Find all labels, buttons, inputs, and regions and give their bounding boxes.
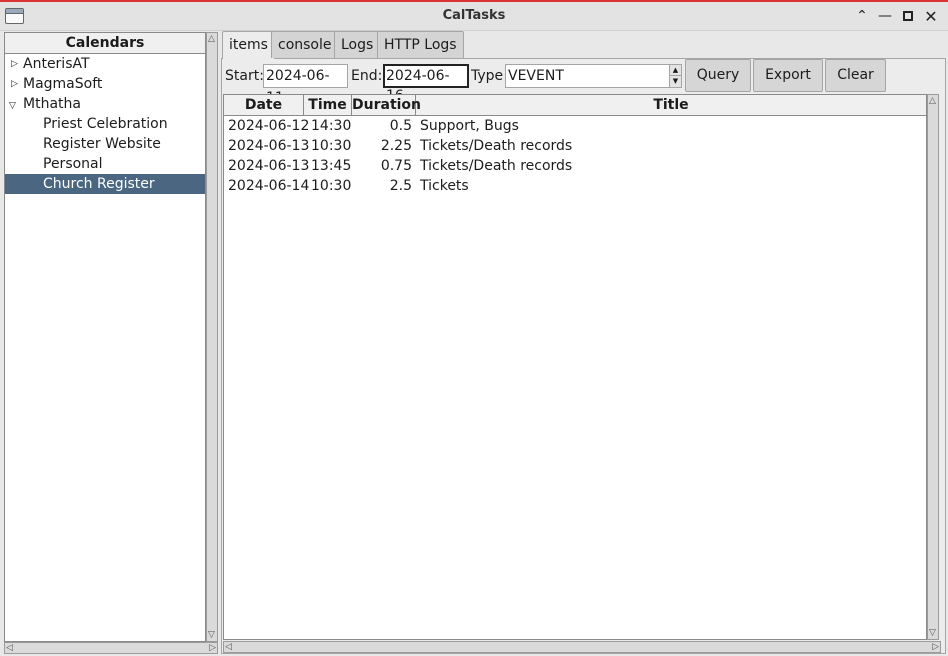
results-table[interactable]: Date Time Duration Title 2024-06-12 14:3…: [223, 94, 927, 640]
maximize-icon[interactable]: [898, 6, 918, 26]
table-row[interactable]: 2024-06-12 14:30 0.5 Support, Bugs: [224, 116, 926, 136]
tab-http-logs[interactable]: HTTP Logs: [377, 31, 464, 58]
end-label: End:: [351, 68, 383, 84]
keep-above-icon[interactable]: ⌃: [852, 6, 872, 26]
column-header-duration[interactable]: Duration: [352, 95, 421, 115]
cell-duration: 2.5: [389, 178, 412, 194]
cell-duration: 2.25: [380, 138, 412, 154]
scroll-left-icon[interactable]: ◁: [6, 643, 13, 653]
cell-time: 10:30: [311, 178, 352, 194]
cell-title: Tickets/Death records: [420, 158, 573, 174]
tree-item-label: AnterisAT: [23, 56, 90, 72]
scroll-right-icon[interactable]: ▷: [209, 643, 216, 653]
tree-item-mthatha[interactable]: ▽ Mthatha: [5, 94, 205, 114]
minimize-icon[interactable]: —: [875, 6, 895, 26]
cell-duration: 0.5: [389, 118, 412, 134]
title-bar: CalTasks ⌃ — ✕: [0, 0, 948, 31]
cell-date: 2024-06-12: [228, 118, 310, 134]
tree-item-magmasoft[interactable]: ▷ MagmaSoft: [5, 74, 205, 94]
type-label: Type: [471, 68, 504, 84]
scroll-up-icon[interactable]: △: [929, 96, 936, 106]
tree-item-label: Mthatha: [23, 96, 81, 112]
end-date-input[interactable]: 2024-06-16: [383, 64, 469, 104]
tree-item-personal[interactable]: Personal: [5, 154, 205, 174]
cell-title: Tickets: [420, 178, 469, 194]
close-icon[interactable]: ✕: [921, 6, 941, 26]
scroll-down-icon[interactable]: ▽: [929, 628, 936, 638]
tree-item-label: Priest Celebration: [43, 116, 168, 132]
tree-item-label: MagmaSoft: [23, 76, 103, 92]
tree-item-church-register[interactable]: Church Register: [5, 174, 205, 194]
scroll-right-icon[interactable]: ▷: [932, 642, 939, 652]
cell-duration: 0.75: [380, 158, 412, 174]
expand-arrow-icon[interactable]: ▷: [11, 54, 18, 74]
collapse-arrow-icon[interactable]: ▽: [9, 96, 16, 116]
scroll-left-icon[interactable]: ◁: [225, 642, 232, 652]
window-title: CalTasks: [442, 8, 506, 23]
export-button[interactable]: Export: [753, 59, 823, 92]
scroll-down-icon[interactable]: ▽: [208, 630, 215, 640]
table-row[interactable]: 2024-06-13 13:45 0.75 Tickets/Death reco…: [224, 156, 926, 176]
spin-down-icon[interactable]: ▼: [670, 76, 681, 86]
cell-time: 14:30: [311, 118, 352, 134]
calendar-tree[interactable]: Calendars ▷ AnterisAT ▷ MagmaSoft ▽ Mtha…: [4, 32, 206, 642]
start-date-input[interactable]: 2024-06-11: [263, 64, 348, 106]
tree-item-label: Church Register: [43, 176, 155, 192]
tree-header: Calendars: [5, 33, 205, 54]
tab-items[interactable]: items: [222, 31, 275, 59]
cell-date: 2024-06-13: [228, 138, 310, 154]
cell-time: 10:30: [311, 138, 352, 154]
tree-item-priest-celebration[interactable]: Priest Celebration: [5, 114, 205, 134]
column-header-date[interactable]: Date: [224, 95, 304, 115]
cell-date: 2024-06-13: [228, 158, 310, 174]
table-row[interactable]: 2024-06-14 10:30 2.5 Tickets: [224, 176, 926, 196]
spin-up-icon[interactable]: ▲: [670, 65, 681, 76]
type-spinner[interactable]: ▲ ▼: [669, 64, 682, 88]
query-button[interactable]: Query: [685, 59, 751, 92]
type-spinbox[interactable]: VEVENT: [505, 64, 670, 88]
cell-time: 13:45: [311, 158, 352, 174]
tree-horizontal-scrollbar[interactable]: ◁ ▷: [4, 642, 218, 654]
expand-arrow-icon[interactable]: ▷: [11, 74, 18, 94]
tree-vertical-scrollbar[interactable]: △ ▽: [206, 32, 218, 642]
table-header: Date Time Duration Title: [224, 95, 926, 116]
start-label: Start:: [225, 68, 264, 84]
column-header-title[interactable]: Title: [416, 95, 926, 115]
clear-button[interactable]: Clear: [825, 59, 886, 92]
table-vertical-scrollbar[interactable]: △ ▽: [927, 94, 939, 640]
scroll-up-icon[interactable]: △: [208, 34, 215, 44]
tree-item-label: Personal: [43, 156, 103, 172]
tab-console[interactable]: console: [271, 31, 339, 58]
column-header-time[interactable]: Time: [304, 95, 352, 115]
tree-item-register-website[interactable]: Register Website: [5, 134, 205, 154]
tab-logs[interactable]: Logs: [334, 31, 381, 58]
cell-title: Tickets/Death records: [420, 138, 573, 154]
table-row[interactable]: 2024-06-13 10:30 2.25 Tickets/Death reco…: [224, 136, 926, 156]
cell-title: Support, Bugs: [420, 118, 519, 134]
tree-item-anterisat[interactable]: ▷ AnterisAT: [5, 54, 205, 74]
table-horizontal-scrollbar[interactable]: ◁ ▷: [223, 641, 941, 653]
cell-date: 2024-06-14: [228, 178, 310, 194]
tree-item-label: Register Website: [43, 136, 161, 152]
